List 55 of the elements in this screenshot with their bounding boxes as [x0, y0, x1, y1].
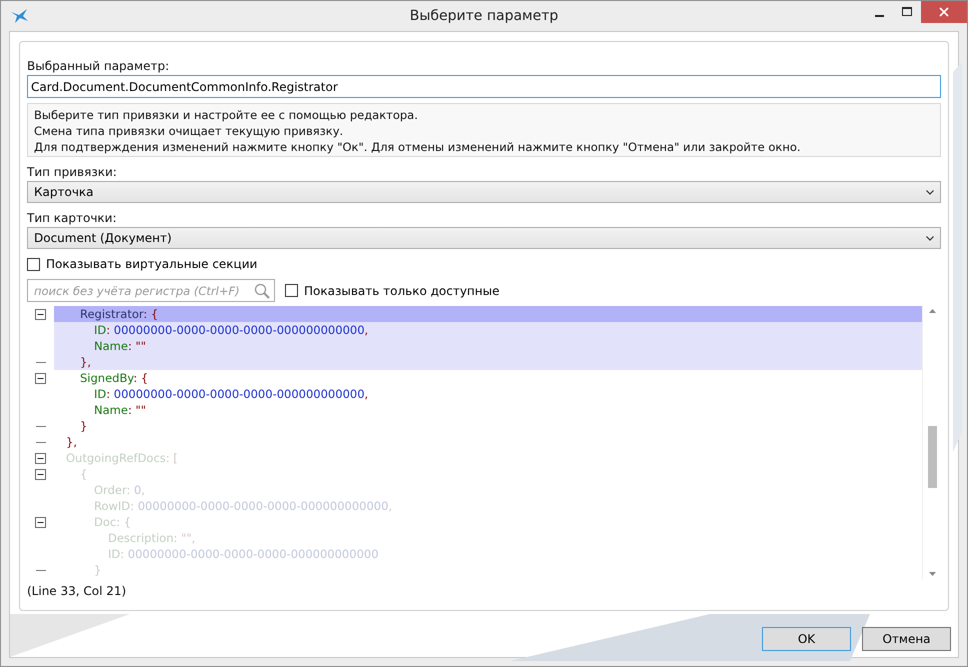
close-icon [939, 7, 949, 17]
code-line: Registrator: { [80, 306, 158, 322]
cursor-position: (Line 33, Col 21) [27, 584, 128, 598]
dropdown[interactable]: Document (Документ) [27, 227, 941, 249]
dialog-button[interactable]: OK [762, 627, 851, 651]
code-line: ID: 00000000-0000-0000-0000-000000000000 [108, 546, 379, 562]
code-line: } [94, 562, 102, 578]
checkbox[interactable] [27, 258, 40, 270]
checkbox[interactable] [285, 284, 298, 297]
code-line: Name: "" [94, 402, 146, 418]
code-line: RowID: 00000000-0000-0000-0000-000000000000, [94, 498, 392, 514]
code-line: } [80, 418, 88, 434]
dialog-button[interactable]: Отмена [862, 627, 951, 651]
code-line: Order: 0, [94, 482, 145, 498]
bird-logo-icon [11, 9, 29, 23]
scrollbar-thumb[interactable] [928, 426, 936, 488]
field-label: Тип привязки: [27, 165, 118, 179]
field-label: Тип карточки: [27, 211, 118, 225]
fold-end-icon [36, 568, 46, 572]
code-line: }, [66, 434, 77, 450]
fold-end-icon [36, 360, 46, 364]
search-field[interactable]: поиск без учёта регистра (Ctrl+F) [27, 279, 275, 302]
collapse-icon[interactable] [35, 468, 46, 480]
code-line: ID: 00000000-0000-0000-0000-000000000000, [94, 386, 368, 402]
checkbox-label: Показывать только доступные [304, 284, 500, 298]
chevron-icon [926, 190, 934, 194]
code-line: Name: "" [94, 338, 146, 354]
code-line: OutgoingRefDocs: [ [66, 450, 178, 466]
hint-text: Для подтверждения изменений нажмите кнопку "Ок". Для отмены изменений нажмите кнопку "Отмена" или закройте окно. [34, 139, 802, 155]
scroll-down-icon[interactable] [928, 572, 936, 576]
chevron-icon [926, 236, 934, 240]
checkbox-label: Показывать виртуальные секции [46, 257, 258, 271]
collapse-icon[interactable] [35, 308, 46, 320]
collapse-icon[interactable] [35, 452, 46, 464]
code-line: { [80, 466, 88, 482]
code-line: Doc: { [94, 514, 132, 530]
minimize-icon [874, 14, 884, 16]
hint-text: Выберите тип привязки и настройте ее с помощью редактора. [34, 107, 419, 123]
code-line: SignedBy: { [80, 370, 148, 386]
dropdown[interactable]: Карточка [27, 181, 941, 203]
hint-text: Смена типа привязки очищает текущую привязку. [34, 123, 344, 139]
collapse-icon[interactable] [35, 372, 46, 384]
code-line: Description: "", [108, 530, 196, 546]
collapse-icon[interactable] [35, 516, 46, 528]
code-line: ID: 00000000-0000-0000-0000-000000000000, [94, 322, 368, 338]
scroll-up-icon[interactable] [928, 309, 936, 313]
fold-end-icon [36, 424, 46, 428]
parameter-field[interactable]: Card.Document.DocumentCommonInfo.Registrator [27, 75, 941, 98]
fold-end-icon [36, 440, 46, 444]
maximize-icon [902, 7, 912, 17]
field-label: Выбранный параметр: [27, 59, 170, 73]
window-title: Выберите параметр [410, 8, 558, 24]
code-line: }, [80, 354, 91, 370]
close-button[interactable] [921, 1, 967, 23]
search-icon[interactable] [254, 282, 270, 298]
